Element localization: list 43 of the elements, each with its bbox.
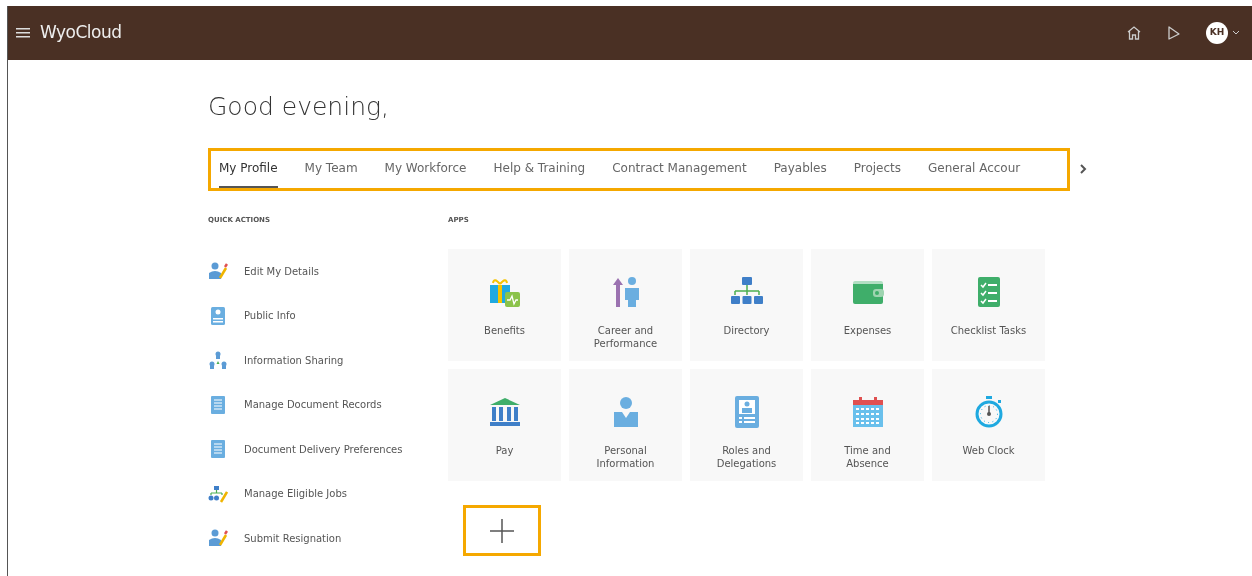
document-icon: [208, 439, 228, 460]
quick-action-link[interactable]: Submit Resignation: [208, 516, 448, 561]
brand-logo[interactable]: WyoCloud: [40, 20, 122, 46]
org-chart-edit-icon: [208, 483, 228, 504]
app-tile[interactable]: Checklist Tasks: [932, 249, 1045, 361]
quick-action-link[interactable]: Manage Eligible Jobs: [208, 471, 448, 516]
menu-icon[interactable]: [16, 26, 32, 40]
people-network-icon: [208, 350, 228, 371]
tab[interactable]: My Team: [304, 150, 358, 188]
app-tile[interactable]: Roles and Delegations: [690, 369, 803, 481]
home-icon[interactable]: [1126, 25, 1142, 41]
caret-icon[interactable]: [1232, 30, 1240, 36]
tab[interactable]: Payables: [773, 150, 827, 188]
tab[interactable]: General Accour: [928, 150, 1021, 188]
quick-action-link[interactable]: Manage Document Records: [208, 382, 448, 427]
app-tile[interactable]: Expenses: [811, 249, 924, 361]
quick-action-link[interactable]: Public Info: [208, 293, 448, 338]
add-button[interactable]: [463, 505, 541, 556]
person-edit-icon: [208, 261, 228, 282]
tab[interactable]: Contract Management: [612, 150, 747, 188]
plus-icon: [489, 517, 515, 544]
app-tile[interactable]: Personal Information: [569, 369, 682, 481]
calendar-icon: [850, 395, 885, 429]
tab[interactable]: My Workforce: [384, 150, 467, 188]
tab[interactable]: Projects: [853, 150, 902, 188]
app-tile[interactable]: Directory: [690, 249, 803, 361]
app-tile[interactable]: Benefits: [448, 249, 561, 361]
id-card-icon: [208, 305, 228, 326]
chevron-right-icon[interactable]: [1078, 163, 1088, 175]
tab[interactable]: My Profile: [219, 150, 278, 188]
quick-action-link[interactable]: Edit My Details: [208, 249, 448, 294]
quick-action-link[interactable]: Document Delivery Preferences: [208, 427, 448, 472]
tab[interactable]: Help & Training: [493, 150, 586, 188]
app-tile[interactable]: Career and Performance: [569, 249, 682, 361]
greeting-heading: Good evening,: [208, 91, 390, 123]
app-tile[interactable]: Pay: [448, 369, 561, 481]
bank-icon: [487, 395, 522, 429]
document-icon: [208, 394, 228, 415]
quick-action-link[interactable]: Information Sharing: [208, 338, 448, 383]
app-tile[interactable]: Web Clock: [932, 369, 1045, 481]
user-avatar[interactable]: KH: [1206, 22, 1228, 44]
app-tile[interactable]: Time and Absence: [811, 369, 924, 481]
person-edit-icon: [208, 528, 228, 549]
